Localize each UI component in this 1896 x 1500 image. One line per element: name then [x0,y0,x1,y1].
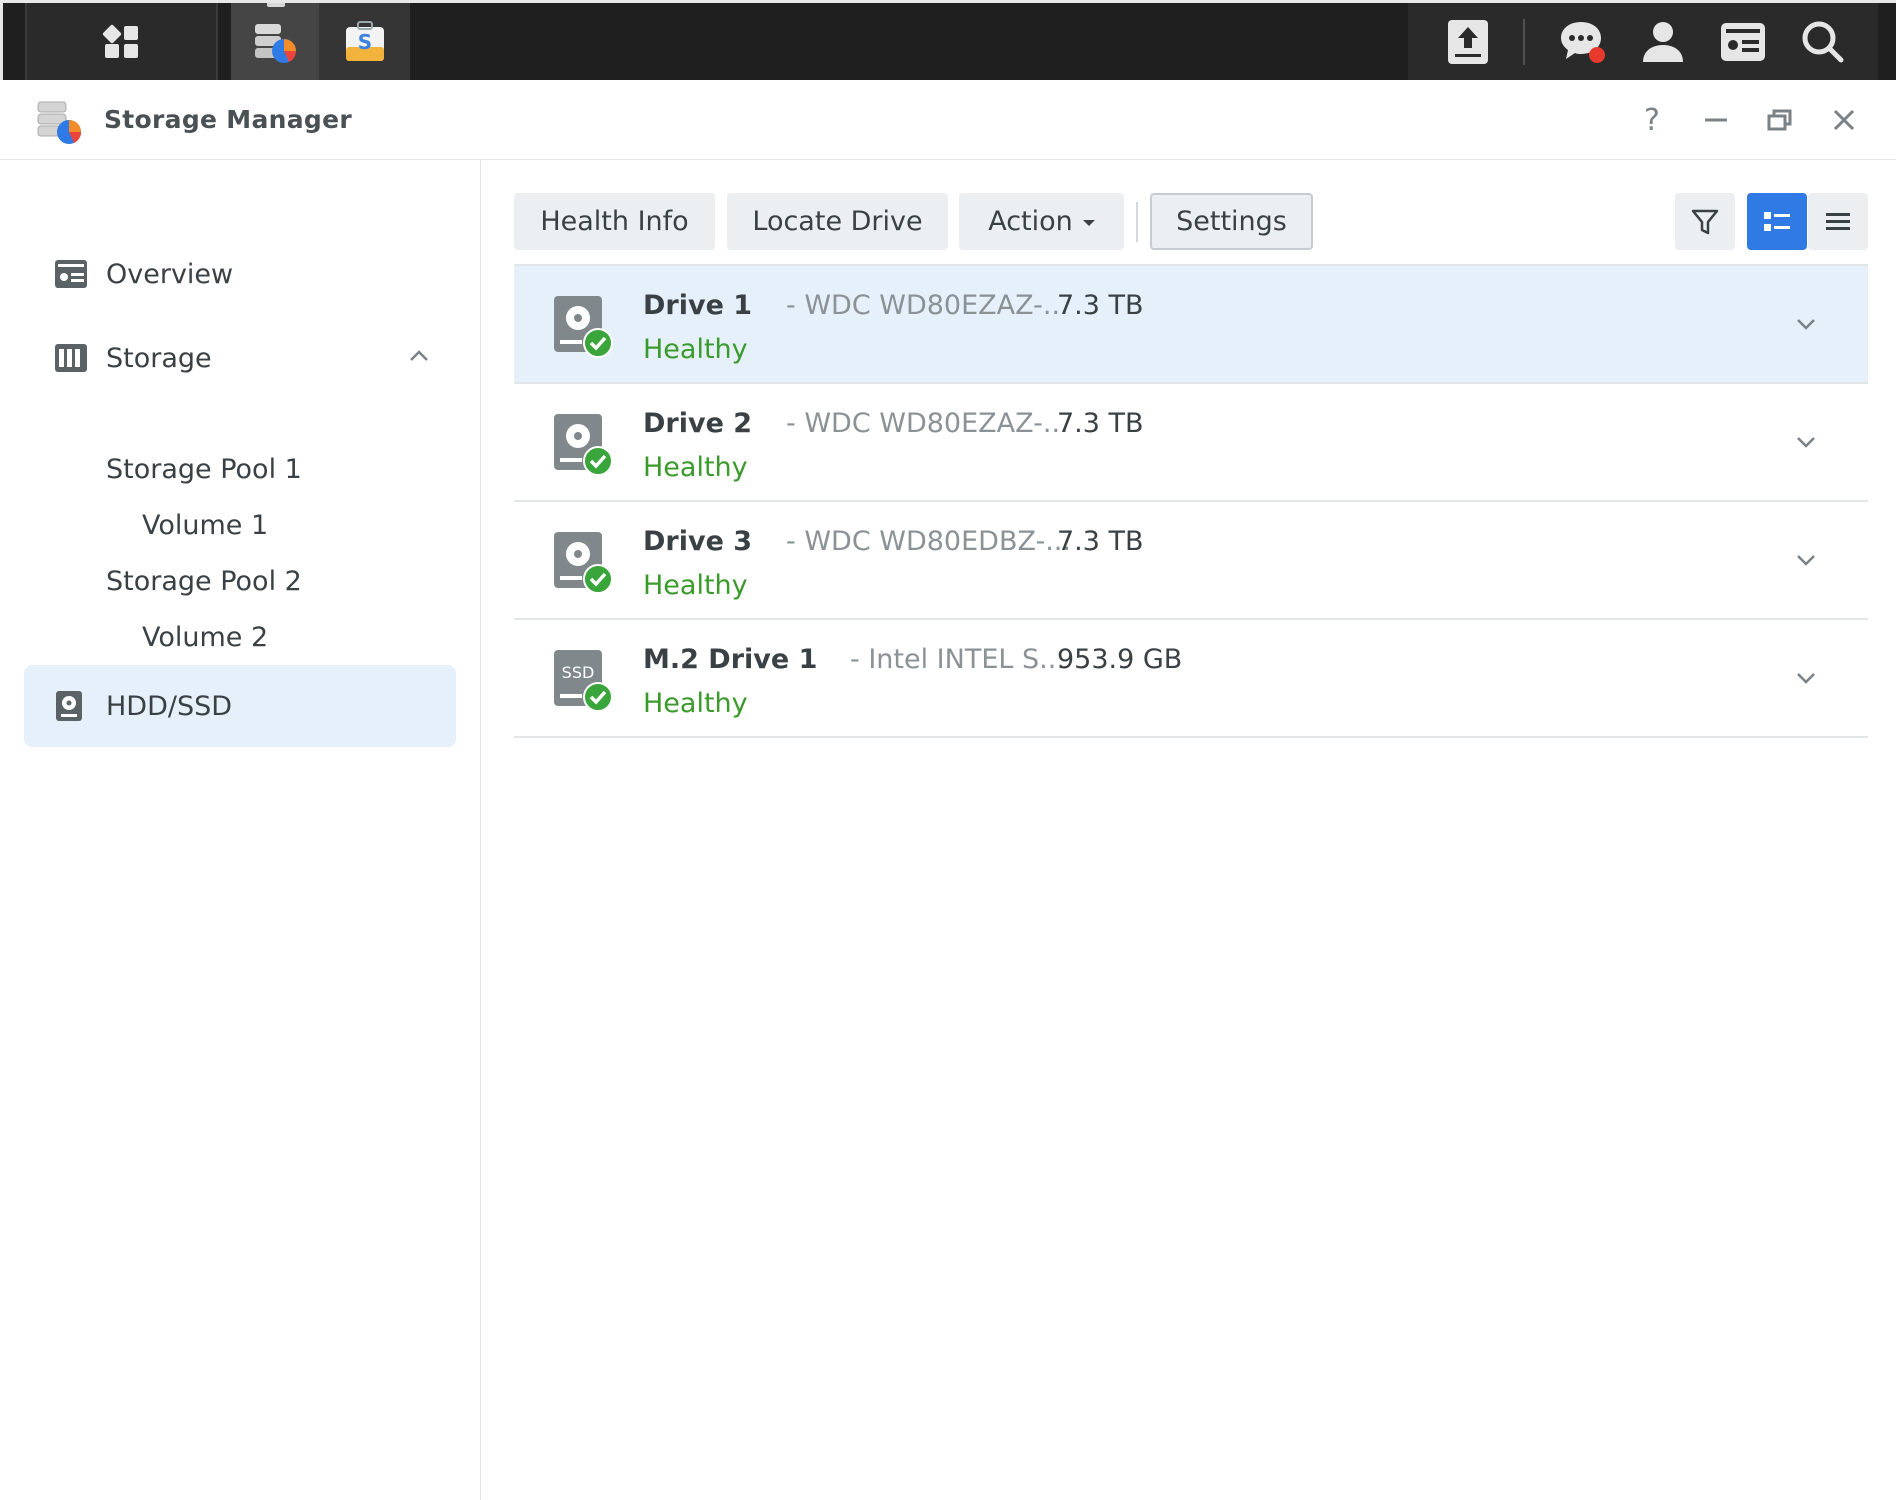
health-info-button[interactable]: Health Info [514,193,715,250]
storage-manager-window: Storage Manager ? Overview Storage Stora… [0,80,1896,1500]
restore-icon [1767,109,1792,131]
chat-icon [1561,21,1605,63]
user-button[interactable] [1623,3,1703,80]
drive-model: - Intel INTEL S... [850,644,1065,675]
close-icon [1833,109,1855,131]
storage-manager-title-icon [37,101,82,144]
taskbar-separator [1523,19,1525,65]
restore-button[interactable] [1762,102,1798,138]
svg-text:SSD: SSD [562,663,595,682]
filter-icon [1691,209,1719,234]
drive-status: Healthy [643,688,748,719]
ssd-healthy-icon: SSD [554,650,613,712]
main-content: Health Info Locate Drive Action Settings [482,160,1896,1500]
minimize-icon [1705,118,1727,122]
sidebar-item-storage-pool-2[interactable]: Storage Pool 2 [106,566,302,597]
widgets-button[interactable] [1703,3,1783,80]
detail-view-button[interactable] [1747,193,1807,250]
taskbar-apps-group: S [231,3,410,80]
overview-icon [55,260,87,288]
chevron-down-icon[interactable] [1794,666,1818,690]
chevron-up-icon[interactable] [408,345,430,367]
list-view-button[interactable] [1808,193,1868,250]
user-icon [1643,21,1683,62]
sidebar-item-label: Storage [106,343,212,374]
drive-model: - WDC WD80EZAZ-... [786,408,1069,439]
package-center-app-icon: S [345,20,384,61]
drive-name: Drive 1 [643,290,753,321]
drive-row[interactable]: Drive 2 - WDC WD80EZAZ-... 7.3 TB Health… [514,384,1868,502]
chat-button[interactable] [1543,3,1623,80]
settings-button[interactable]: Settings [1150,193,1313,250]
sidebar-item-storage-pool-1[interactable]: Storage Pool 1 [106,454,302,485]
drive-capacity: 7.3 TB [1057,526,1144,557]
window-titlebar[interactable]: Storage Manager ? [0,80,1896,160]
main-menu-icon [102,24,138,58]
drive-status: Healthy [643,452,748,483]
main-menu-button[interactable] [67,3,177,80]
sidebar-item-storage[interactable]: Storage [24,317,456,399]
taskbar-left-group [25,3,218,80]
search-icon [1802,21,1844,62]
drive-status: Healthy [643,570,748,601]
drive-name: Drive 2 [643,408,753,439]
chevron-down-icon[interactable] [1794,312,1818,336]
action-dropdown-button[interactable]: Action [959,193,1124,250]
hdd-healthy-icon [554,296,613,358]
action-label: Action [988,206,1073,237]
drive-list: Drive 1 - WDC WD80EZAZ-... 7.3 TB Health… [514,264,1868,738]
svg-text:S: S [357,30,371,54]
help-button[interactable]: ? [1634,102,1670,138]
drive-status: Healthy [643,334,748,365]
drive-capacity: 7.3 TB [1057,408,1144,439]
drive-name: M.2 Drive 1 [643,644,818,675]
storage-icon [55,344,87,372]
drive-row[interactable]: SSD M.2 Drive 1 - Intel INTEL S... 953.9… [514,620,1868,738]
storage-manager-app-icon [255,23,297,63]
minimize-button[interactable] [1698,102,1734,138]
taskbar: S [0,0,1896,80]
close-button[interactable] [1826,102,1862,138]
search-button[interactable] [1783,3,1863,80]
hdd-icon [56,691,82,721]
widgets-icon [1721,22,1765,61]
list-icon [1826,212,1850,230]
taskbar-right-group [1408,3,1878,80]
sidebar-item-overview[interactable]: Overview [24,233,456,315]
filter-button[interactable] [1675,193,1735,250]
sidebar-item-volume-2[interactable]: Volume 2 [142,622,268,653]
hdd-healthy-icon [554,532,613,594]
sidebar-item-hdd-ssd[interactable]: HDD/SSD [24,665,456,747]
drive-model: - WDC WD80EZAZ-... [786,290,1069,321]
hdd-healthy-icon [554,414,613,476]
taskbar-package-center[interactable]: S [319,3,410,80]
upload-button[interactable] [1433,3,1503,80]
drive-capacity: 953.9 GB [1057,644,1183,675]
drive-capacity: 7.3 TB [1057,290,1144,321]
running-indicator [267,3,285,7]
drive-row[interactable]: Drive 3 - WDC WD80EDBZ-... 7.3 TB Health… [514,502,1868,620]
detail-list-icon [1764,211,1790,231]
drive-name: Drive 3 [643,526,753,557]
taskbar-storage-manager[interactable] [231,3,319,80]
locate-drive-button[interactable]: Locate Drive [727,193,948,250]
chevron-down-icon[interactable] [1794,548,1818,572]
drive-row[interactable]: Drive 1 - WDC WD80EZAZ-... 7.3 TB Health… [514,266,1868,384]
sidebar-item-label: HDD/SSD [106,691,233,722]
chevron-down-icon[interactable] [1794,430,1818,454]
sidebar: Overview Storage Storage Pool 1 Volume 1… [0,160,481,1500]
toolbar-divider [1136,202,1138,242]
caret-down-icon [1082,219,1095,226]
sidebar-item-volume-1[interactable]: Volume 1 [142,510,268,541]
upload-icon [1448,19,1488,64]
window-title: Storage Manager [104,105,352,134]
drive-model: - WDC WD80EDBZ-... [786,526,1071,557]
sidebar-item-label: Overview [106,259,234,290]
